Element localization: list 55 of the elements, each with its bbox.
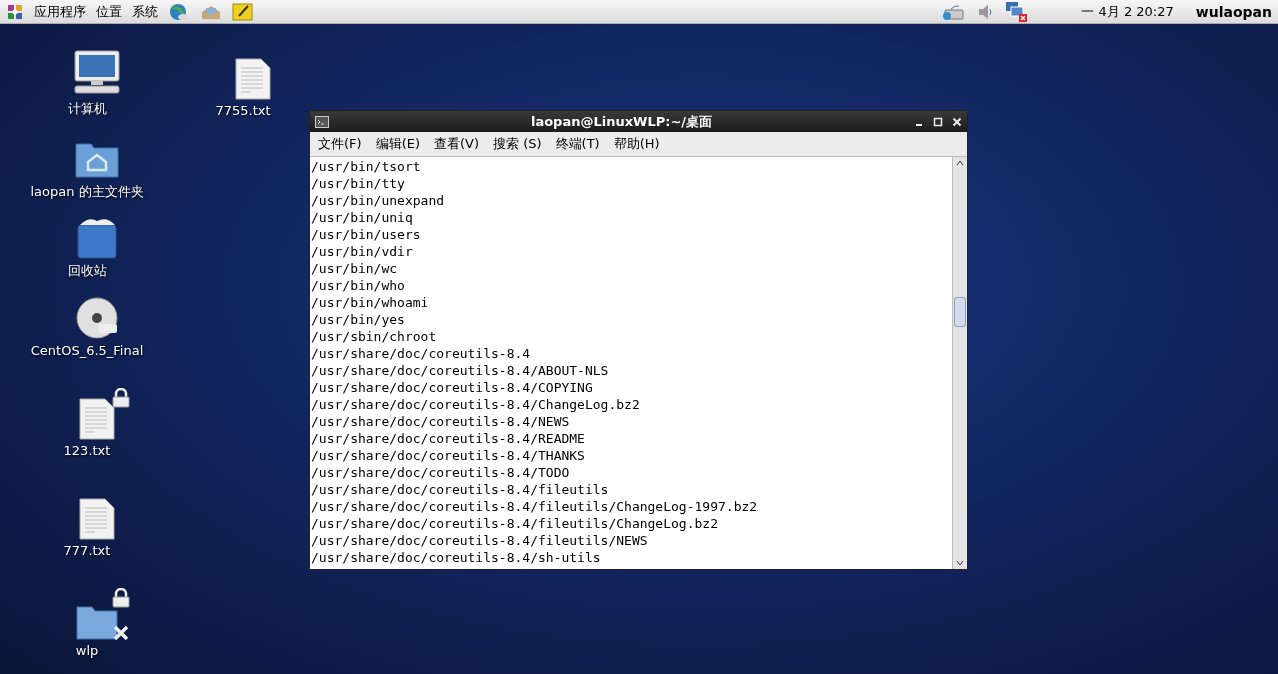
terminal-line: /usr/bin/users: [310, 226, 422, 243]
network-offline-icon[interactable]: [1005, 0, 1030, 23]
close-icon[interactable]: [952, 116, 962, 127]
terminal-line: /usr/bin/vdir: [310, 243, 414, 260]
terminal-line: /usr/bin/unexpand: [310, 192, 446, 209]
panel-menu[interactable]: 应用程序: [34, 2, 86, 21]
terminal-line: /usr/bin/whoami: [310, 294, 430, 311]
globe-icon[interactable]: [168, 1, 190, 22]
terminal-line: /usr/bin/tty: [310, 175, 406, 192]
terminal-line: /usr/share/doc/coreutils-8.4/ABOUT-NLS: [310, 362, 610, 379]
scrollbar[interactable]: [952, 157, 967, 569]
menu-item[interactable]: 搜索 (S): [493, 135, 542, 153]
terminal-line: /usr/bin/wc: [310, 260, 399, 277]
menu-item[interactable]: 帮助(H): [613, 135, 660, 153]
terminal-line: /usr/share/doc/coreutils-8.4/NEWS: [310, 413, 571, 430]
panel-menu[interactable]: 系统: [132, 2, 158, 21]
icon-label[interactable]: 777.txt: [63, 543, 111, 558]
notepad-pencil-icon[interactable]: [232, 1, 254, 22]
terminal-line: /usr/bin/uniq: [310, 209, 414, 226]
terminal-line: /usr/share/doc/coreutils-8.4/THANKS: [310, 447, 586, 464]
terminal-line: /usr/bin/tsort: [310, 158, 422, 175]
terminal-line: /usr/share/doc/coreutils-8.4: [310, 345, 532, 362]
icon-label[interactable]: wlp: [75, 643, 99, 658]
terminal-line: /usr/share/doc/coreutils-8.4/fileutils/NEWS: [310, 532, 649, 549]
clock-text[interactable]: 一 4月 2 20:27: [1081, 2, 1174, 21]
scroll-thumb[interactable]: [954, 297, 966, 327]
maximize-icon[interactable]: [933, 116, 943, 127]
menu-item[interactable]: 文件(F): [318, 135, 362, 153]
speaker-icon[interactable]: [977, 2, 994, 21]
terminal-line: /usr/bin/yes: [310, 311, 406, 328]
menu-item[interactable]: 编辑(E): [375, 135, 420, 153]
terminal-line: /usr/sbin/chroot: [310, 328, 438, 345]
icon-label[interactable]: laopan 的主文件夹: [30, 183, 144, 201]
icon-label[interactable]: CentOS_6.5_Final: [30, 343, 144, 358]
terminal-line: /usr/share/doc/coreutils-8.4/COPYING: [310, 379, 594, 396]
icon-label[interactable]: 123.txt: [63, 443, 111, 458]
menu-item[interactable]: 查看(V): [434, 135, 480, 153]
icon-label[interactable]: 计算机: [67, 100, 107, 118]
window-title: laopan@LinuxWLP:~/桌面: [529, 112, 714, 131]
icon-label[interactable]: 7755.txt: [215, 103, 271, 118]
terminal-line: /usr/share/doc/coreutils-8.4/fileutils: [310, 481, 610, 498]
terminal-line: /usr/share/doc/coreutils-8.4/fileutils/ChangeLog-1997.bz2: [310, 498, 759, 515]
terminal-line: /usr/bin/who: [310, 277, 406, 294]
terminal-line: /usr/share/doc/coreutils-8.4/fileutils/ChangeLog.bz2: [310, 515, 719, 532]
terminal-icon: [315, 115, 329, 128]
flower-logo-icon[interactable]: [6, 2, 24, 21]
terminal-line: /usr/share/doc/coreutils-8.4/ChangeLog.bz2: [310, 396, 641, 413]
keyboard-icon[interactable]: [941, 2, 966, 21]
terminal-line: /usr/share/doc/coreutils-8.4/TODO: [310, 464, 571, 481]
user-name[interactable]: wulaopan: [1195, 3, 1272, 20]
terminal-line: /usr/share/doc/coreutils-8.4/README: [310, 430, 586, 447]
icon-label[interactable]: 回收站: [67, 262, 107, 280]
menu-item[interactable]: 终端(T): [555, 135, 600, 153]
panel-menu[interactable]: 位置: [96, 2, 122, 21]
terminal-line: /usr/share/doc/coreutils-8.4/sh-utils: [310, 549, 602, 566]
